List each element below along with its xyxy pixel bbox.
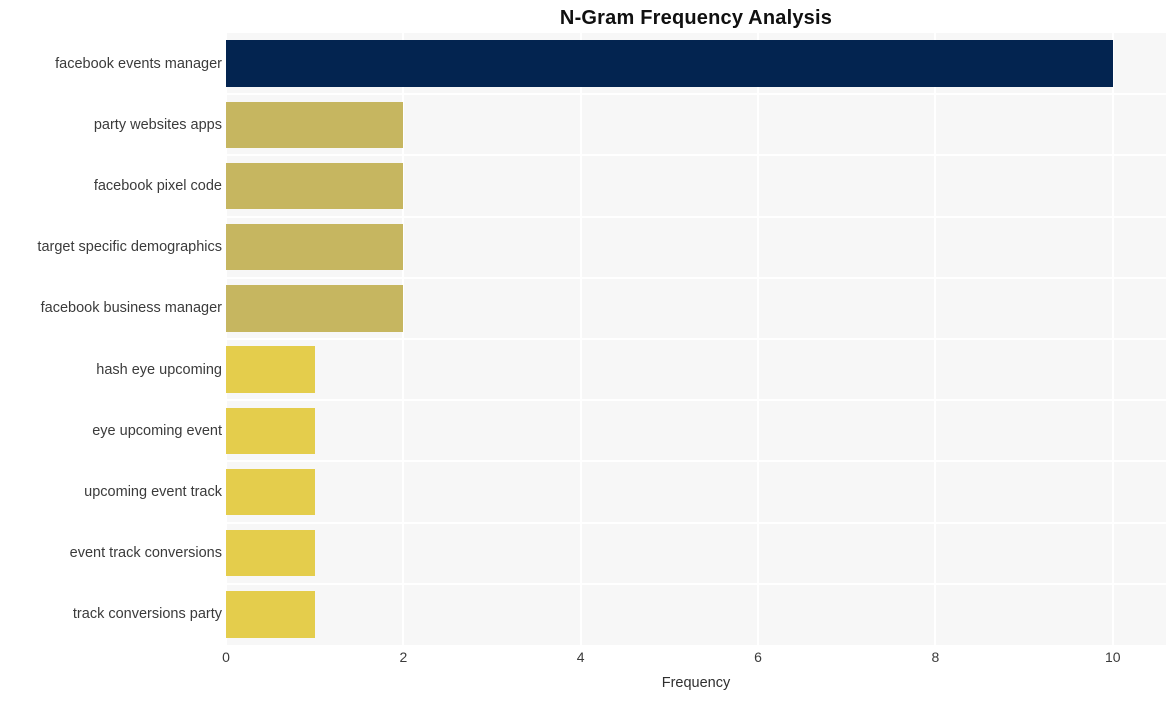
x-axis-tick-label: 4: [576, 649, 585, 665]
y-axis-tick-label: hash eye upcoming: [96, 361, 222, 378]
y-axis-tick-labels: facebook events manager party websites ap…: [0, 33, 222, 645]
x-axis-tick-label: 0: [222, 649, 230, 665]
bar[interactable]: [226, 407, 315, 454]
gridline-horizontal: [226, 93, 1166, 96]
gridline-horizontal: [226, 399, 1166, 402]
x-axis-tick-label: 6: [754, 649, 762, 665]
y-axis-tick-label: target specific demographics: [37, 239, 222, 256]
x-axis-tick-labels: 0 2 4 6 8 10: [222, 648, 1166, 670]
gridline-horizontal: [226, 276, 1166, 279]
x-axis-title: Frequency: [661, 675, 731, 691]
y-axis-tick-label: upcoming event track: [84, 484, 222, 500]
gridline-vertical: [757, 33, 760, 645]
gridline-horizontal: [226, 460, 1166, 463]
bar[interactable]: [226, 285, 404, 332]
y-axis-tick-label: event track conversions: [69, 545, 222, 562]
x-axis-tick-label: 2: [399, 649, 408, 665]
bar[interactable]: [226, 162, 404, 210]
plot-area: [226, 33, 1166, 645]
bar[interactable]: [226, 101, 404, 148]
ngram-frequency-chart: N-Gram Frequency Analysis facebook event…: [0, 0, 1166, 701]
gridline-horizontal: [226, 215, 1166, 218]
gridline-vertical: [934, 33, 937, 645]
chart-title: N-Gram Frequency Analysis: [559, 7, 833, 29]
bar[interactable]: [226, 530, 315, 577]
x-axis-tick-label: 10: [1104, 649, 1121, 665]
y-axis-tick-label: party websites apps: [93, 116, 222, 133]
bar[interactable]: [226, 591, 315, 638]
bar[interactable]: [226, 346, 315, 393]
bar[interactable]: [226, 468, 315, 516]
y-axis-tick-label: facebook business manager: [40, 300, 222, 317]
x-axis-tick-label: 8: [931, 649, 940, 665]
gridline-horizontal: [226, 154, 1166, 157]
gridline-horizontal: [226, 582, 1166, 585]
bar[interactable]: [226, 224, 404, 271]
gridline-vertical: [579, 33, 582, 645]
gridline-horizontal: [226, 338, 1166, 340]
y-axis-tick-label: facebook events manager: [55, 55, 222, 72]
y-axis-tick-label: track conversions party: [72, 606, 222, 623]
gridline-horizontal: [226, 521, 1166, 524]
gridline-vertical: [1111, 33, 1114, 645]
y-axis-tick-label: eye upcoming event: [92, 422, 222, 439]
y-axis-tick-label: facebook pixel code: [93, 178, 222, 194]
bar[interactable]: [226, 40, 1113, 87]
